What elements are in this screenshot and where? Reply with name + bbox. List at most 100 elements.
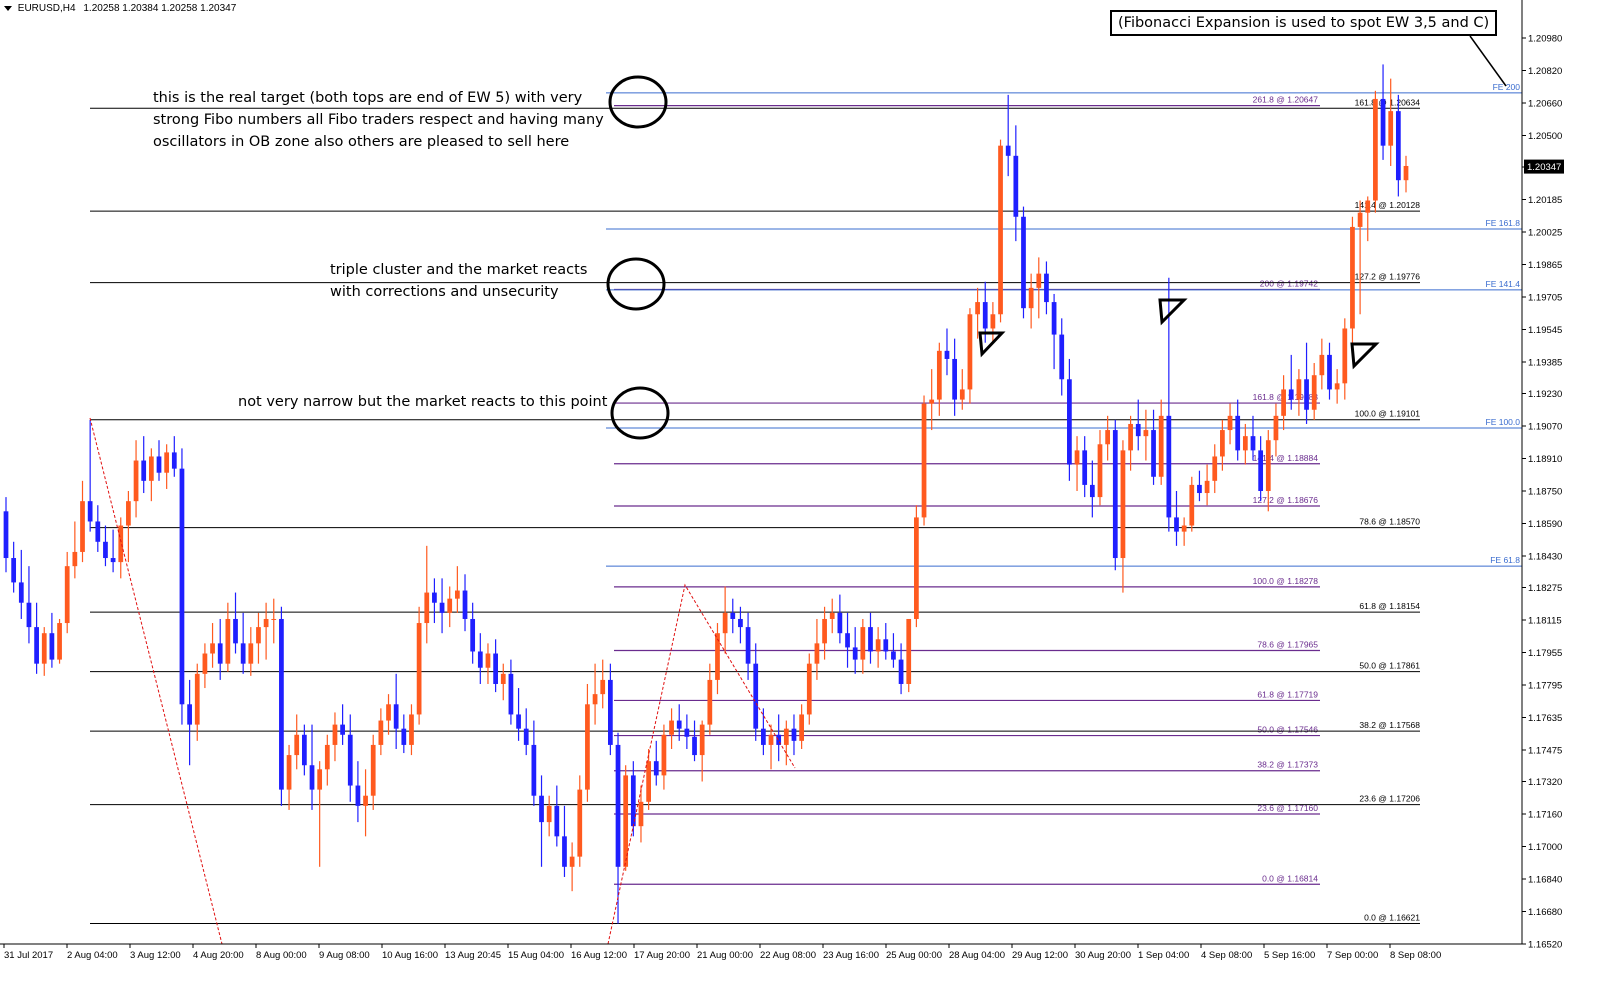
bull-candle: [133, 460, 139, 502]
bull-candle: [454, 590, 460, 599]
bull-candle: [921, 403, 927, 518]
bear-candle: [171, 452, 177, 469]
bear-candle: [1082, 450, 1088, 485]
bear-candle: [1288, 389, 1294, 400]
fib-level-label: 141.4 @ 1.20128: [1355, 200, 1421, 210]
time-tick-label: 21 Aug 00:00: [697, 950, 753, 961]
bear-candle: [1112, 430, 1118, 559]
price-tick-label: 1.20185: [1528, 195, 1562, 206]
bull-candle: [967, 314, 973, 390]
time-tick-label: 7 Sep 00:00: [1327, 950, 1378, 961]
bear-candle: [738, 618, 743, 628]
bear-candle: [508, 673, 514, 715]
fib-level-label: 161.8 @ 1.20634: [1355, 97, 1421, 107]
price-tick-label: 1.19705: [1528, 293, 1562, 304]
price-tick-label: 1.17955: [1528, 648, 1562, 659]
time-tick-label: 22 Aug 08:00: [760, 950, 816, 961]
bear-candle: [217, 643, 223, 664]
fib-level-label: 200 @ 1.19742: [1260, 278, 1319, 288]
price-tick-label: 1.17000: [1528, 842, 1562, 853]
bear-candle: [87, 501, 93, 522]
bull-candle: [1220, 430, 1225, 457]
fe-level-label: FE 141.4: [1486, 279, 1521, 289]
bull-candle: [1403, 165, 1409, 181]
bull-candle: [860, 627, 866, 660]
bull-candle: [485, 653, 491, 668]
price-tick-label: 1.20500: [1528, 131, 1562, 142]
bull-candle: [1357, 212, 1363, 227]
bull-candle: [370, 744, 376, 796]
price-tick-label: 1.17635: [1528, 713, 1562, 724]
bull-candle: [1028, 287, 1034, 309]
bull-candle: [577, 789, 583, 857]
bear-candle: [745, 627, 751, 664]
price-tick-label: 1.20820: [1528, 66, 1562, 77]
bear-candle: [279, 618, 284, 790]
bull-candle: [1158, 415, 1164, 477]
fib-level-label: 38.2 @ 1.17373: [1257, 760, 1318, 770]
fe-level-label: FE 200: [1493, 82, 1521, 92]
time-tick-label: 31 Jul 2017: [4, 950, 53, 961]
bull-candle: [592, 694, 598, 705]
bear-candle: [837, 612, 843, 634]
bull-candle: [202, 653, 208, 674]
bear-candle: [852, 647, 858, 660]
bear-candle: [347, 734, 353, 786]
bear-candle: [1327, 354, 1332, 390]
bear-candle: [653, 761, 659, 776]
bear-candle: [240, 643, 246, 664]
price-tick-label: 1.20025: [1528, 227, 1562, 238]
price-tick-label: 1.19385: [1528, 358, 1562, 369]
price-tick-label: 1.18115: [1528, 615, 1562, 626]
bear-candle: [156, 456, 162, 473]
bull-candle: [799, 714, 804, 741]
time-tick-label: 2 Aug 04:00: [67, 950, 118, 961]
bear-candle: [684, 728, 690, 737]
bear-candle: [233, 618, 238, 644]
bull-candle: [1204, 480, 1210, 494]
bull-candle: [1365, 200, 1371, 213]
symbol-header: EURUSD,H4 1.20258 1.20384 1.20258 1.2034…: [4, 3, 236, 14]
bear-candle: [1197, 484, 1202, 494]
time-tick-label: 4 Aug 20:00: [193, 950, 244, 961]
bull-candle: [1296, 379, 1302, 400]
bear-candle: [95, 521, 101, 542]
time-tick-label: 9 Aug 08:00: [319, 950, 370, 961]
bear-candle: [34, 627, 39, 664]
bear-candle: [1051, 302, 1057, 335]
bear-candle: [1089, 484, 1095, 498]
bull-candle: [41, 633, 47, 664]
bull-candle: [929, 399, 935, 404]
bear-candle: [516, 714, 521, 729]
bull-candle: [1212, 456, 1218, 481]
fib-level-label: 100.0 @ 1.18278: [1253, 576, 1319, 586]
bear-candle: [11, 558, 17, 583]
bull-candle: [990, 314, 996, 329]
bull-candle: [1036, 273, 1042, 288]
bull-candle: [1189, 484, 1195, 526]
price-tick-label: 1.18750: [1528, 487, 1562, 498]
bull-candle: [194, 673, 200, 725]
time-tick-label: 25 Aug 00:00: [886, 950, 942, 961]
bear-candle: [944, 350, 950, 359]
bear-candle: [401, 728, 407, 745]
bull-candle: [1273, 415, 1279, 441]
bull-candle: [906, 618, 912, 684]
triangle-down-icon[interactable]: [4, 5, 12, 11]
bear-candle: [1250, 436, 1256, 451]
price-tick-label: 1.19070: [1528, 421, 1562, 432]
bear-candle: [1059, 334, 1065, 380]
bear-candle: [301, 734, 307, 766]
bear-candle: [1258, 450, 1264, 491]
bull-candle: [546, 805, 552, 823]
fib-level-label: 127.2 @ 1.18676: [1253, 495, 1319, 505]
time-tick-label: 10 Aug 16:00: [382, 950, 438, 961]
bull-candle: [363, 795, 368, 806]
bear-candle: [1135, 423, 1141, 437]
bear-candle: [791, 728, 797, 741]
bull-candle: [914, 517, 919, 619]
bear-candle: [1166, 415, 1172, 518]
bull-candle: [447, 598, 453, 613]
bear-candle: [1044, 273, 1049, 303]
fib-level-label: 0.0 @ 1.16814: [1262, 873, 1318, 883]
